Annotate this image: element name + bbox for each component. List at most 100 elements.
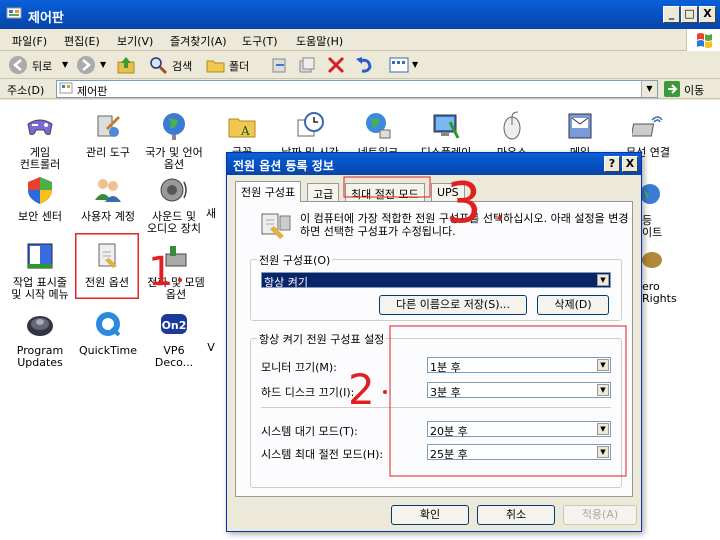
mouse-icon xyxy=(503,111,521,140)
hibernate-label: 시스템 최대 절전 모드(H): xyxy=(261,448,384,461)
new-hardware-icon xyxy=(196,174,226,206)
settings-divider xyxy=(261,407,611,408)
go-button-label[interactable]: 이동 xyxy=(684,82,704,98)
v-icon xyxy=(196,308,226,340)
fonts-folder-icon: A xyxy=(228,118,256,138)
tab-ups[interactable]: UPS xyxy=(431,183,465,201)
maximize-button[interactable]: □ xyxy=(681,6,698,23)
chevron-down-icon: ▼ xyxy=(597,446,609,458)
save-as-button[interactable]: 다른 이름으로 저장(S)... xyxy=(379,295,527,315)
shield-icon xyxy=(28,177,52,204)
cp-item-security-center[interactable]: 보안 센터 xyxy=(4,174,76,223)
taskbar-icon xyxy=(27,243,53,269)
quicktime-icon xyxy=(96,312,121,337)
copy-to-icon[interactable] xyxy=(297,55,317,75)
power-options-dialog: 전원 옵션 등록 정보 ? X 전원 구성표 고급 최대 절전 모드 UPS 이… xyxy=(226,152,642,532)
cp-item-partial-right-1[interactable]: 등 이트 xyxy=(640,180,690,239)
dialog-titlebar: 전원 옵션 등록 정보 ? X xyxy=(227,153,641,175)
power-scheme-select[interactable]: 항상 켜기 ▼ xyxy=(261,272,611,289)
cp-item-game-controllers[interactable]: 게임 컨트롤러 xyxy=(4,110,76,171)
windows-logo-icon xyxy=(686,29,720,51)
move-to-icon[interactable] xyxy=(270,55,290,75)
views-dropdown-icon[interactable]: ▼ xyxy=(412,60,418,69)
power-scheme-group-label: 전원 구성표(O) xyxy=(257,252,333,268)
users-icon xyxy=(95,179,121,202)
standby-select[interactable]: 20분 후 ▼ xyxy=(427,421,611,438)
wireless-icon xyxy=(630,116,663,137)
forward-arrow-icon[interactable] xyxy=(76,55,98,75)
cp-item-v-partial[interactable]: V xyxy=(196,308,226,354)
delete-icon[interactable] xyxy=(326,55,348,75)
menu-file[interactable]: 파일(F) xyxy=(12,33,47,49)
window-title: 제어판 xyxy=(28,11,64,26)
delete-scheme-button[interactable]: 삭제(D) xyxy=(537,295,609,315)
back-arrow-icon[interactable] xyxy=(8,55,30,75)
harddisk-off-select[interactable]: 3분 후 ▼ xyxy=(427,382,611,399)
phone-modem-icon xyxy=(165,246,187,267)
vp6-icon: On2 xyxy=(161,314,187,334)
ok-button[interactable]: 확인 xyxy=(391,505,469,525)
menu-edit[interactable]: 편집(E) xyxy=(64,33,100,49)
monitor-off-select[interactable]: 1분 후 ▼ xyxy=(427,357,611,374)
address-input[interactable]: 제어판 ▼ xyxy=(56,80,658,98)
chevron-down-icon: ▼ xyxy=(597,274,609,286)
speaker-icon xyxy=(160,178,187,202)
search-icon[interactable] xyxy=(148,55,170,75)
cp-item-user-accounts[interactable]: 사용자 계정 xyxy=(72,174,144,223)
cp-item-program-updates[interactable]: Program Updates xyxy=(4,308,76,369)
power-scheme-icon xyxy=(261,213,291,239)
menu-tools[interactable]: 도구(T) xyxy=(242,33,278,49)
partial-globe-icon xyxy=(640,184,660,204)
power-schemes-panel: 이 컴퓨터에 가장 적합한 전원 구성표를 선택하십시오. 아래 설정을 변경하… xyxy=(235,201,633,497)
cancel-button[interactable]: 취소 xyxy=(477,505,555,525)
cp-item-regional-options[interactable]: 국가 및 언어 옵션 xyxy=(138,110,210,171)
address-bar: 주소(D) 제어판 ▼ 이동 xyxy=(0,79,720,99)
cp-item-admin-tools[interactable]: 관리 도구 xyxy=(72,110,144,159)
cp-item-add-hardware-partial[interactable]: 새 xyxy=(196,174,226,220)
search-button-label[interactable]: 검색 xyxy=(172,58,192,74)
dialog-title: 전원 옵션 등록 정보 xyxy=(233,159,334,173)
folders-icon[interactable] xyxy=(205,55,227,75)
control-panel-icon xyxy=(6,7,22,19)
clock-icon xyxy=(297,112,324,137)
cp-item-phone-modem[interactable]: 전화 및 모뎀 옵션 xyxy=(140,240,212,301)
undo-icon[interactable] xyxy=(354,55,376,75)
admin-tools-icon xyxy=(97,115,120,137)
dialog-close-button[interactable]: X xyxy=(622,156,638,172)
menu-view[interactable]: 보기(V) xyxy=(117,33,153,49)
go-arrow-icon[interactable] xyxy=(664,81,680,97)
menu-help[interactable]: 도움말(H) xyxy=(296,33,343,49)
forward-dropdown-icon[interactable]: ▼ xyxy=(100,60,106,69)
address-dropdown-icon[interactable]: ▼ xyxy=(641,81,657,97)
power-options-icon xyxy=(98,243,117,268)
cp-item-power-options[interactable]: 전원 옵션 xyxy=(75,233,139,299)
views-icon[interactable] xyxy=(388,55,412,75)
cp-item-taskbar-start[interactable]: 작업 표시줄 및 시작 메뉴 xyxy=(4,240,76,301)
folders-button-label[interactable]: 폴더 xyxy=(229,58,249,74)
back-button-label[interactable]: 뒤로 xyxy=(32,58,52,74)
close-button[interactable]: X xyxy=(699,6,716,23)
menu-favorites[interactable]: 즐겨찾기(A) xyxy=(170,33,227,49)
apply-button[interactable]: 적용(A) xyxy=(563,505,637,525)
cp-item-quicktime[interactable]: QuickTime xyxy=(72,308,144,357)
display-icon xyxy=(433,114,460,139)
partial-rights-icon xyxy=(642,252,662,268)
window-titlebar: 제어판 _ □ X xyxy=(0,0,720,29)
control-panel-small-icon xyxy=(59,82,73,94)
mail-icon xyxy=(568,113,592,139)
chevron-down-icon: ▼ xyxy=(597,384,609,396)
address-label: 주소(D) xyxy=(7,84,45,97)
back-dropdown-icon[interactable]: ▼ xyxy=(62,60,68,69)
hibernate-select[interactable]: 25분 후 ▼ xyxy=(427,444,611,461)
minimize-button[interactable]: _ xyxy=(663,6,680,23)
tab-power-schemes[interactable]: 전원 구성표 xyxy=(235,181,302,202)
svg-text:On2: On2 xyxy=(162,319,187,332)
cp-item-partial-right-2[interactable]: ero Rights xyxy=(642,246,692,305)
up-folder-icon[interactable] xyxy=(116,55,138,75)
monitor-off-label: 모니터 끄기(M): xyxy=(261,361,337,374)
scheme-settings-group-label: 항상 켜기 전원 구성표 설정 xyxy=(257,331,387,347)
network-icon xyxy=(366,113,391,139)
tab-hibernate[interactable]: 최대 절전 모드 xyxy=(345,183,425,201)
dialog-help-button[interactable]: ? xyxy=(604,156,620,172)
tab-advanced[interactable]: 고급 xyxy=(307,183,340,201)
